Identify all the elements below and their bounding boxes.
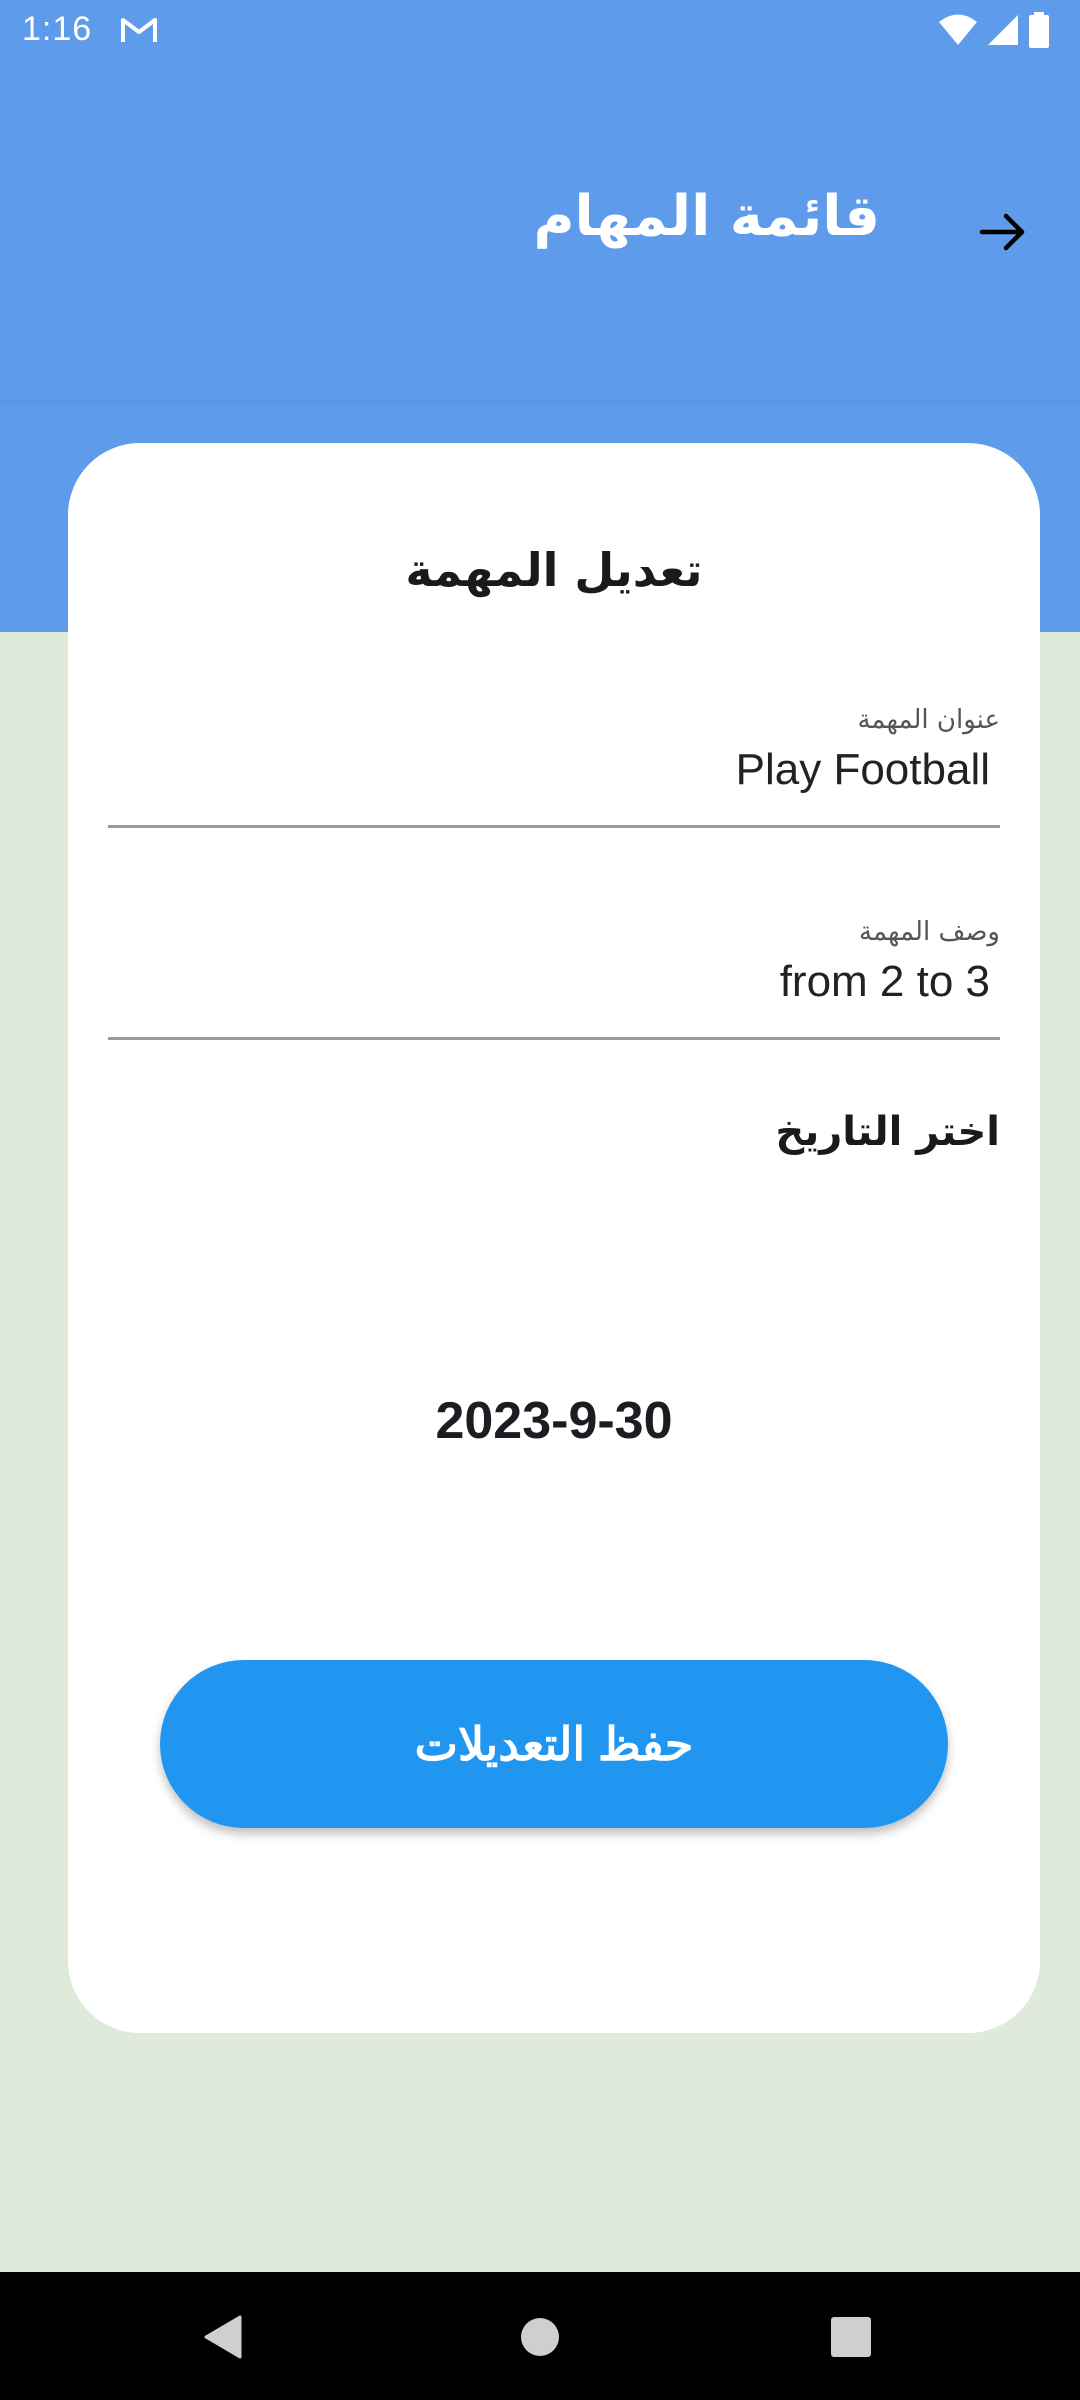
wifi-icon (939, 14, 977, 45)
save-changes-button[interactable]: حفظ التعديلات (160, 1660, 948, 1828)
status-time: 1:16 (22, 10, 93, 48)
battery-icon (1029, 12, 1049, 48)
task-description-underline (108, 1037, 1000, 1040)
gmail-icon (121, 18, 157, 42)
selected-date[interactable]: 2023-9-30 (68, 1391, 1040, 1451)
task-title-underline (108, 825, 1000, 828)
task-description-input[interactable]: from 2 to 3 (780, 957, 990, 1007)
task-description-field[interactable]: وصف المهمة from 2 to 3 (108, 917, 1000, 1047)
task-title-label: عنوان المهمة (857, 705, 1000, 735)
app-bar-divider (0, 400, 1080, 404)
task-description-label: وصف المهمة (859, 917, 1000, 947)
task-title-field[interactable]: عنوان المهمة Play Football (108, 705, 1000, 835)
arrow-right-icon[interactable] (978, 206, 1030, 258)
home-icon[interactable] (505, 2302, 575, 2372)
recents-icon[interactable] (816, 2302, 886, 2372)
edit-task-card: تعديل المهمة عنوان المهمة Play Football … (68, 443, 1040, 2033)
task-title-input[interactable]: Play Football (736, 745, 990, 795)
signal-icon (988, 15, 1018, 45)
status-icons (938, 12, 1050, 48)
page-title: قائمة المهام (533, 184, 880, 249)
card-title: تعديل المهمة (405, 543, 703, 597)
back-icon[interactable] (190, 2302, 260, 2372)
choose-date-label[interactable]: اختر التاريخ (775, 1109, 1000, 1155)
status-bar: 1:16 (0, 0, 1080, 62)
system-nav-bar (0, 2272, 1080, 2400)
